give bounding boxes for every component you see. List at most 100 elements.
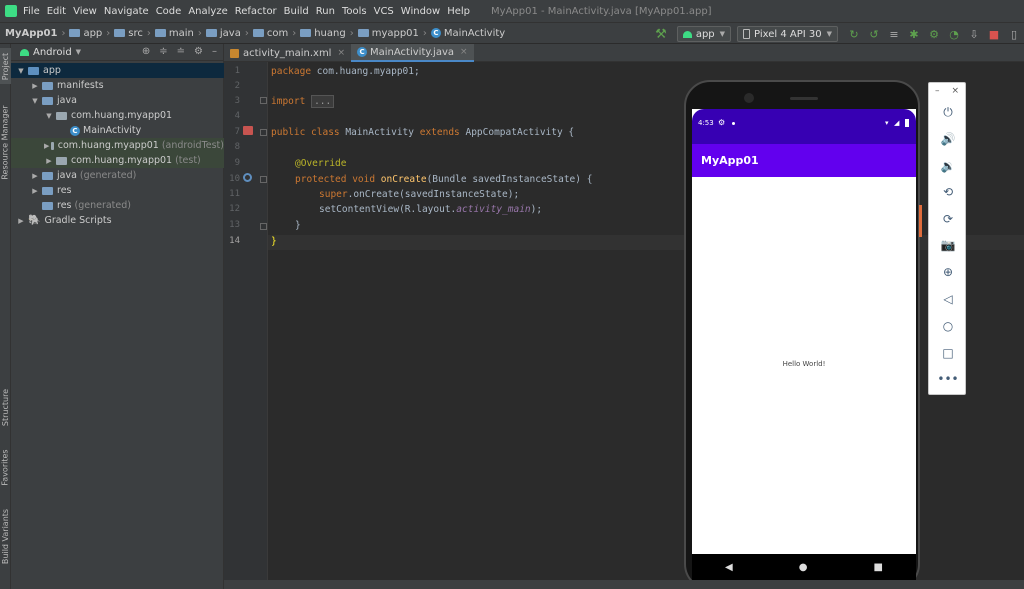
collapse-all-icon[interactable]: ≐ [177,46,185,57]
chevron-right-icon[interactable]: ▶ [44,157,54,165]
nav-back-icon[interactable]: ◀ [725,562,733,573]
minimize-icon[interactable]: – [935,86,940,96]
tree-item-java[interactable]: ▼ java [11,93,224,108]
menu-code[interactable]: Code [156,6,182,17]
class-gutter-icon[interactable] [243,126,253,135]
tab-build-variants[interactable]: Build Variants [0,506,11,566]
hide-icon[interactable]: – [212,46,217,57]
bottom-tool-bar [224,580,1024,589]
tree-item-package-androidtest[interactable]: ▶ com.huang.myapp01 (androidTest) [11,138,224,153]
tree-label: java [57,95,77,106]
tab-activity-main-xml[interactable]: activity_main.xml × [224,44,351,62]
gear-icon[interactable]: ⚙ [194,46,203,57]
close-icon[interactable]: × [337,48,345,58]
tab-mainactivity-java[interactable]: C MainActivity.java × [351,44,474,62]
attach-debugger-icon[interactable]: ⚙ [928,28,940,41]
camera-screenshot-icon[interactable]: 📷 [929,236,967,254]
tree-item-package-test[interactable]: ▶ com.huang.myapp01 (test) [11,153,224,168]
locate-icon[interactable]: ⊕ [142,46,150,57]
menu-window[interactable]: Window [401,6,440,17]
override-gutter-icon[interactable] [243,173,252,182]
app-title: MyApp01 [701,154,759,167]
fold-icon[interactable] [260,176,267,183]
breadcrumb-huang[interactable]: huang [300,28,346,39]
volume-down-icon[interactable]: 🔉 [929,157,967,175]
menu-run[interactable]: Run [316,6,335,17]
menu-build[interactable]: Build [284,6,309,17]
menu-navigate[interactable]: Navigate [104,6,149,17]
chevron-right-icon[interactable]: ▶ [30,187,40,195]
apply-code-changes-icon[interactable]: ↺ [868,28,880,41]
device-manager-icon[interactable]: ▯ [1008,28,1020,41]
device-dropdown[interactable]: Pixel 4 API 30 ▼ [737,26,838,42]
expand-all-icon[interactable]: ≑ [159,46,167,57]
breadcrumb-module[interactable]: app [69,28,102,39]
hammer-build-icon[interactable]: ⚒ [655,27,667,42]
rotate-left-icon[interactable]: ⟲ [929,183,967,201]
breadcrumb-main[interactable]: main [154,28,194,39]
breadcrumb-mainactivity[interactable]: C MainActivity [430,28,505,39]
menu-analyze[interactable]: Analyze [188,6,227,17]
side-button[interactable] [919,205,922,237]
menu-edit[interactable]: Edit [47,6,66,17]
menu-refactor[interactable]: Refactor [235,6,277,17]
rotate-right-icon[interactable]: ⟳ [929,210,967,228]
chevron-right-icon[interactable]: ▶ [30,172,40,180]
breadcrumb-project[interactable]: MyApp01 [5,28,57,39]
power-icon[interactable]: ⏻ [929,103,967,121]
menu-file[interactable]: File [23,6,40,17]
tree-item-java-generated[interactable]: ▶ java (generated) [11,168,224,183]
menu-bar: File Edit View Navigate Code Analyze Ref… [0,0,1024,22]
zoom-icon[interactable]: ⊕ [929,263,967,281]
tab-project[interactable]: Project [0,48,11,84]
fold-icon[interactable] [260,129,267,136]
nav-recents-icon[interactable]: ■ [874,562,883,573]
debug-icon[interactable]: ✱ [908,28,920,41]
chevron-down-icon[interactable]: ▼ [30,97,40,105]
menu-view[interactable]: View [73,6,97,17]
tree-item-mainactivity[interactable]: C MainActivity [11,123,224,138]
tree-item-gradle-scripts[interactable]: ▶ 🐘 Gradle Scripts [11,213,224,228]
tree-item-res[interactable]: ▶ res [11,183,224,198]
overview-icon[interactable]: □ [929,344,967,362]
apply-changes-restart-icon[interactable]: ↻ [848,28,860,41]
menu-help[interactable]: Help [447,6,470,17]
tab-resource-manager[interactable]: Resource Manager [0,102,11,182]
more-icon[interactable]: ••• [929,370,967,388]
breadcrumb-myapp01[interactable]: myapp01 [357,28,419,39]
stop-icon[interactable]: ■ [988,28,1000,41]
fold-icon[interactable] [260,97,267,104]
menu-vcs[interactable]: VCS [374,6,394,17]
tree-item-package-main[interactable]: ▼ com.huang.myapp01 [11,108,224,123]
tree-item-res-generated[interactable]: res (generated) [11,198,224,213]
view-mode-selector[interactable]: Android [33,47,72,58]
tree-item-app[interactable]: ▼ app [11,63,224,78]
breadcrumb-src[interactable]: src [114,28,143,39]
dropdown-arrow-icon[interactable]: ▼ [76,48,81,56]
volume-up-icon[interactable]: 🔊 [929,130,967,148]
close-icon[interactable]: × [460,47,468,57]
tree-label: app [43,65,61,76]
back-icon[interactable]: ◁ [929,290,967,308]
rerun-icon[interactable]: ≡ [888,28,900,41]
chevron-right-icon[interactable]: ▶ [16,217,26,225]
tab-favorites[interactable]: Favorites [0,444,11,490]
chevron-right-icon[interactable]: ▶ [30,82,40,90]
run-config-dropdown[interactable]: app ▼ [676,26,732,42]
home-icon[interactable]: ○ [929,317,967,335]
nav-home-icon[interactable]: ● [799,562,808,573]
tab-structure[interactable]: Structure [0,384,11,430]
chevron-down-icon[interactable]: ▼ [44,112,54,120]
chevron-down-icon[interactable]: ▼ [16,67,26,75]
chevron-right-icon[interactable]: ▶ [44,142,49,150]
close-icon[interactable]: × [951,86,959,96]
breadcrumb-java[interactable]: java [205,28,241,39]
tree-item-manifests[interactable]: ▶ manifests [11,78,224,93]
menu-tools[interactable]: Tools [342,6,367,17]
attach-process-icon[interactable]: ⇩ [968,28,980,41]
folded-imports[interactable]: ... [311,95,335,108]
breadcrumb-com[interactable]: com [252,28,288,39]
folder-icon [69,29,81,37]
fold-icon[interactable] [260,223,267,230]
profile-icon[interactable]: ◔ [948,28,960,41]
